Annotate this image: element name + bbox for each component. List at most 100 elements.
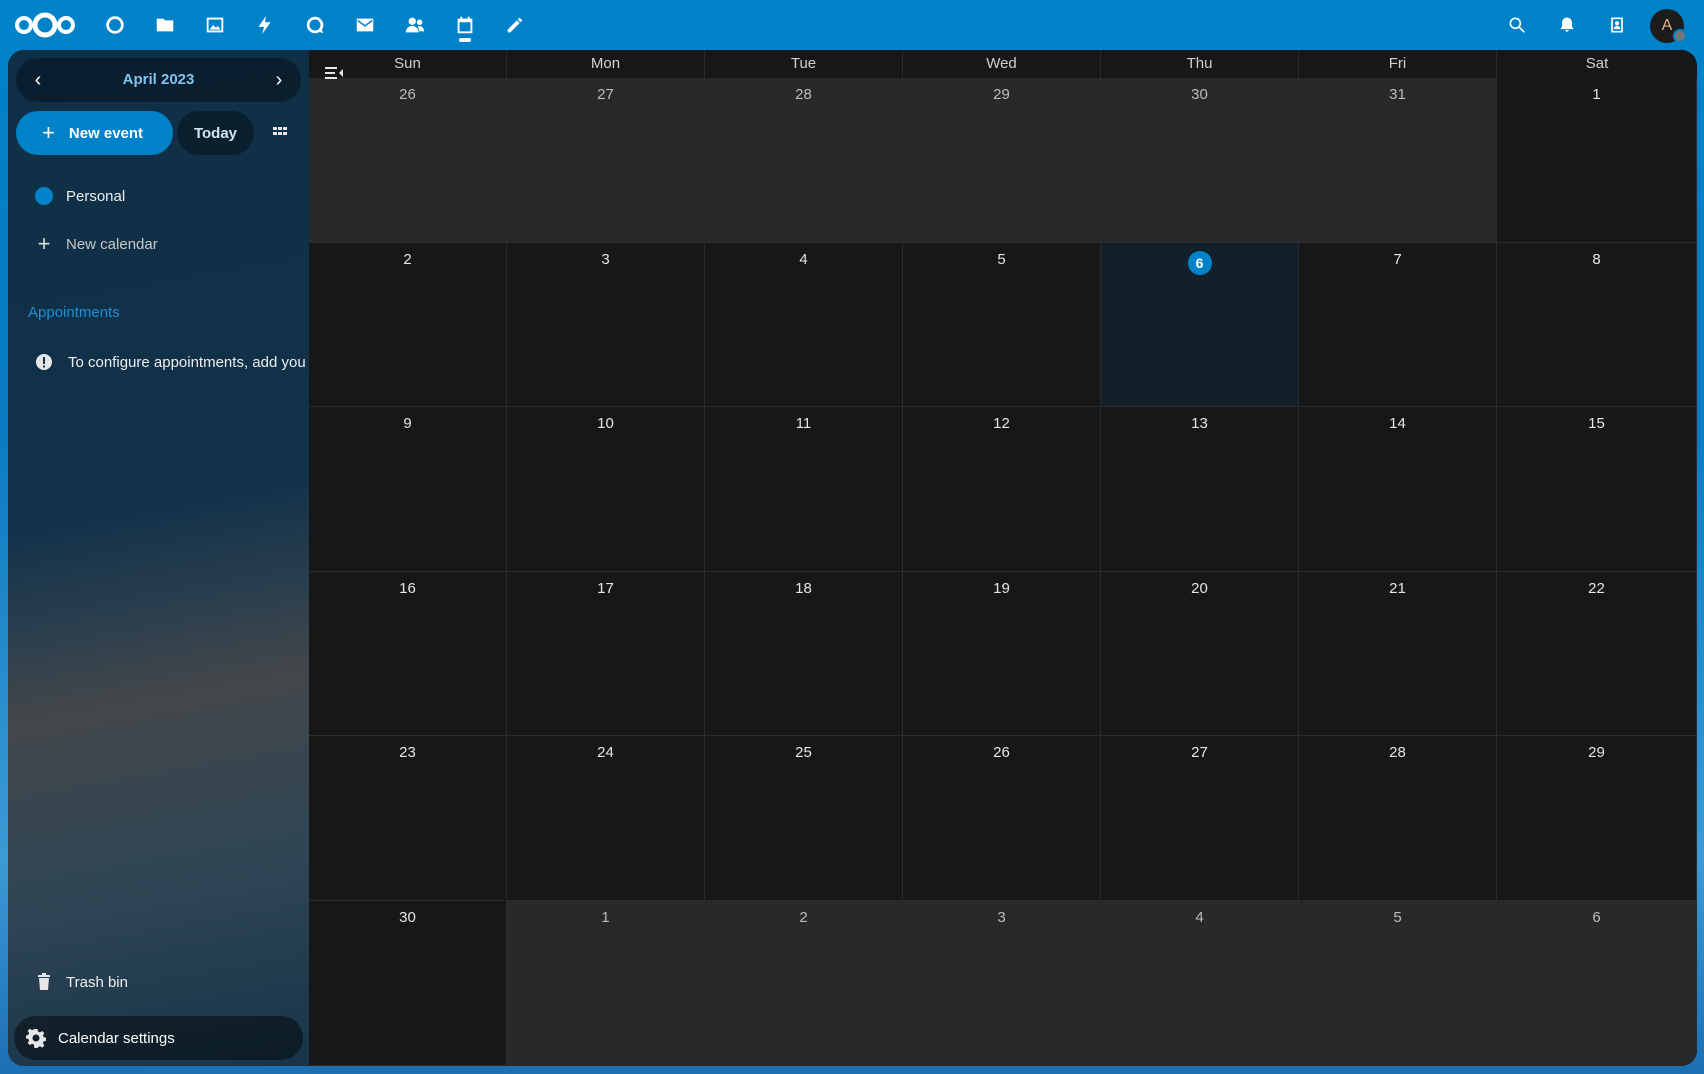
day-cell[interactable]: 8 — [1497, 243, 1697, 407]
chevron-left-icon[interactable]: ‹ — [16, 58, 60, 102]
day-number[interactable]: 3 — [507, 251, 704, 268]
day-cell[interactable]: 2 — [309, 243, 507, 407]
day-number[interactable]: 23 — [309, 744, 506, 761]
day-number[interactable]: 22 — [1497, 580, 1696, 597]
day-cell[interactable]: 23 — [309, 736, 507, 901]
day-cell[interactable]: 14 — [1299, 407, 1497, 572]
day-cell[interactable]: 6 — [1497, 901, 1697, 1066]
day-cell[interactable]: 25 — [705, 736, 903, 901]
day-number[interactable]: 17 — [507, 580, 704, 597]
day-cell[interactable]: 5 — [1299, 901, 1497, 1066]
day-cell[interactable]: 10 — [507, 407, 705, 572]
day-cell[interactable]: 24 — [507, 736, 705, 901]
day-cell[interactable]: 18 — [705, 572, 903, 736]
day-cell[interactable]: 9 — [309, 407, 507, 572]
day-cell[interactable]: 21 — [1299, 572, 1497, 736]
contacts-icon[interactable] — [390, 0, 440, 50]
day-number[interactable]: 8 — [1497, 251, 1696, 268]
day-cell[interactable]: 7 — [1299, 243, 1497, 407]
day-cell[interactable]: 11 — [705, 407, 903, 572]
day-cell[interactable]: 27 — [507, 78, 705, 243]
bell-icon[interactable] — [1542, 0, 1592, 50]
day-number[interactable]: 28 — [705, 86, 902, 103]
day-number[interactable]: 10 — [507, 415, 704, 432]
day-cell[interactable]: 3 — [507, 243, 705, 407]
day-number[interactable]: 28 — [1299, 744, 1496, 761]
day-number[interactable]: 3 — [903, 909, 1100, 926]
new-calendar-button[interactable]: + New calendar — [16, 222, 301, 266]
day-cell[interactable]: 1 — [1497, 78, 1697, 243]
day-number[interactable]: 2 — [705, 909, 902, 926]
day-number[interactable]: 27 — [507, 86, 704, 103]
day-cell[interactable]: 26 — [309, 78, 507, 243]
lightning-icon[interactable] — [240, 0, 290, 50]
day-cell[interactable]: 26 — [903, 736, 1101, 901]
today-button[interactable]: Today — [177, 111, 254, 155]
calendar-item-personal[interactable]: Personal — [16, 174, 301, 218]
contacts-menu-icon[interactable] — [1592, 0, 1642, 50]
day-number[interactable]: 13 — [1101, 415, 1298, 432]
day-number[interactable]: 5 — [903, 251, 1100, 268]
day-number[interactable]: 29 — [1497, 744, 1696, 761]
day-number[interactable]: 26 — [903, 744, 1100, 761]
day-number[interactable]: 30 — [1101, 86, 1298, 103]
day-number[interactable]: 2 — [309, 251, 506, 268]
calendar-settings-button[interactable]: Calendar settings — [14, 1016, 303, 1060]
view-grid-icon[interactable] — [258, 111, 302, 155]
new-event-button[interactable]: + New event — [16, 111, 173, 155]
day-number[interactable]: 20 — [1101, 580, 1298, 597]
mail-icon[interactable] — [340, 0, 390, 50]
day-number[interactable]: 1 — [507, 909, 704, 926]
day-cell[interactable]: 4 — [705, 243, 903, 407]
day-cell[interactable]: 16 — [309, 572, 507, 736]
day-number[interactable]: 6 — [1101, 251, 1298, 275]
chat-icon[interactable] — [290, 0, 340, 50]
day-number[interactable]: 30 — [309, 909, 506, 926]
day-cell[interactable]: 29 — [903, 78, 1101, 243]
day-cell[interactable]: 19 — [903, 572, 1101, 736]
pencil-icon[interactable] — [490, 0, 540, 50]
day-number[interactable]: 15 — [1497, 415, 1696, 432]
day-cell[interactable]: 31 — [1299, 78, 1497, 243]
day-number[interactable]: 14 — [1299, 415, 1496, 432]
day-cell[interactable]: 17 — [507, 572, 705, 736]
day-cell[interactable]: 2 — [705, 901, 903, 1066]
calendar-icon[interactable] — [440, 0, 490, 50]
day-number[interactable]: 29 — [903, 86, 1100, 103]
day-cell[interactable]: 27 — [1101, 736, 1299, 901]
day-number[interactable]: 1 — [1497, 86, 1696, 103]
day-cell[interactable]: 15 — [1497, 407, 1697, 572]
chevron-right-icon[interactable]: › — [257, 58, 301, 102]
folder-icon[interactable] — [140, 0, 190, 50]
day-cell[interactable]: 4 — [1101, 901, 1299, 1066]
search-icon[interactable] — [1492, 0, 1542, 50]
day-cell[interactable]: 1 — [507, 901, 705, 1066]
day-number[interactable]: 31 — [1299, 86, 1496, 103]
day-number[interactable]: 24 — [507, 744, 704, 761]
month-label[interactable]: April 2023 — [60, 58, 257, 102]
day-number[interactable]: 7 — [1299, 251, 1496, 268]
day-number[interactable]: 18 — [705, 580, 902, 597]
day-cell[interactable]: 6 — [1101, 243, 1299, 407]
nextcloud-logo[interactable] — [14, 10, 76, 40]
day-number[interactable]: 27 — [1101, 744, 1298, 761]
image-icon[interactable] — [190, 0, 240, 50]
day-number[interactable]: 26 — [309, 86, 506, 103]
day-number[interactable]: 16 — [309, 580, 506, 597]
day-number[interactable]: 19 — [903, 580, 1100, 597]
day-cell[interactable]: 3 — [903, 901, 1101, 1066]
day-cell[interactable]: 13 — [1101, 407, 1299, 572]
day-cell[interactable]: 12 — [903, 407, 1101, 572]
day-cell[interactable]: 29 — [1497, 736, 1697, 901]
toggle-sidebar-icon[interactable] — [321, 60, 347, 86]
day-cell[interactable]: 20 — [1101, 572, 1299, 736]
day-number[interactable]: 9 — [309, 415, 506, 432]
day-cell[interactable]: 22 — [1497, 572, 1697, 736]
day-number[interactable]: 4 — [705, 251, 902, 268]
day-number[interactable]: 6 — [1497, 909, 1696, 926]
day-number[interactable]: 25 — [705, 744, 902, 761]
day-cell[interactable]: 28 — [705, 78, 903, 243]
dashboard-icon[interactable] — [90, 0, 140, 50]
day-cell[interactable]: 30 — [1101, 78, 1299, 243]
day-number[interactable]: 4 — [1101, 909, 1298, 926]
